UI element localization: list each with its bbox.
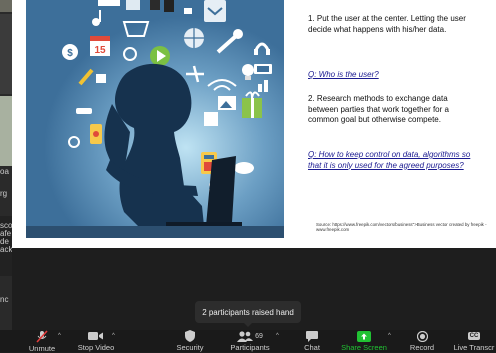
chat-button[interactable]: Chat	[298, 330, 326, 352]
video-tile[interactable]	[0, 96, 12, 166]
record-label: Record	[409, 343, 435, 352]
live-transcript-label: Live Transcr	[453, 343, 495, 352]
calendar-number: 15	[94, 45, 106, 56]
side-text: oa	[0, 167, 9, 176]
calendar-icon: 15	[90, 36, 110, 56]
video-options-caret-icon[interactable]: ^	[112, 333, 115, 339]
unmute-button[interactable]: Unmute	[22, 330, 62, 353]
point-1-text: 1. Put the user at the center. Letting t…	[308, 14, 466, 34]
participants-icon: 69	[233, 330, 267, 342]
globe-icon	[184, 28, 204, 48]
cloud-icon	[234, 162, 254, 174]
share-screen-icon	[355, 330, 373, 342]
svg-text:$: $	[67, 48, 73, 59]
closed-captions-icon: CC	[465, 330, 483, 342]
chat-label: Chat	[304, 343, 320, 352]
record-button[interactable]: Record	[404, 330, 440, 352]
side-text: rg	[0, 189, 8, 198]
image-icon	[218, 96, 236, 110]
point-2-text: 2. Research methods to exchange data bet…	[308, 94, 449, 124]
meeting-toolbar: Unmute ^ Stop Video ^ Security 69 Partic…	[0, 330, 496, 353]
video-camera-icon	[87, 330, 105, 342]
video-tile[interactable]	[0, 14, 12, 94]
side-text: sco afe de ack	[0, 221, 12, 254]
audio-options-caret-icon[interactable]: ^	[58, 333, 61, 339]
question-1-text: Q: Who is the user?	[308, 70, 379, 79]
chat-panel: sco afe de ack	[0, 216, 12, 276]
data-illustration: $ 15	[26, 0, 284, 238]
participants-count: 69	[255, 332, 263, 340]
chat-bubble-icon	[303, 330, 321, 342]
stop-video-label: Stop Video	[77, 343, 115, 352]
mobile-icon	[254, 64, 272, 74]
participants-label: Participants	[230, 343, 270, 352]
cc-badge: CC	[467, 332, 481, 340]
share-screen-button[interactable]: Share Screen	[338, 330, 390, 352]
bag-icon	[204, 112, 218, 126]
phone-card-icon	[90, 124, 102, 144]
muted-microphone-icon	[33, 330, 51, 343]
dollar-icon: $	[62, 44, 78, 60]
side-text: nc	[0, 295, 9, 304]
source-attribution: Source: https://www.freepik.com/vectors/…	[316, 222, 487, 233]
record-icon	[413, 330, 431, 342]
live-transcript-button[interactable]: CC Live Transcr	[452, 330, 496, 352]
play-button-icon	[150, 46, 170, 66]
question-2-text: Q: How to keep control on data, algorith…	[308, 150, 471, 170]
left-video-strip: oa rg sco afe de ack nc	[0, 0, 12, 330]
security-button[interactable]: Security	[170, 330, 210, 352]
participants-button[interactable]: 69 Participants	[226, 330, 274, 352]
car-icon	[76, 108, 92, 114]
share-screen-label: Share Screen	[341, 343, 387, 352]
video-tile[interactable]	[0, 0, 12, 12]
like-icon	[96, 74, 106, 83]
share-options-caret-icon[interactable]: ^	[388, 333, 391, 339]
raised-hand-tooltip: 2 participants raised hand	[195, 301, 301, 327]
shared-slide: $ 15 1. Put the user at the center. Lett…	[12, 0, 496, 248]
shield-icon	[181, 330, 199, 342]
security-label: Security	[176, 343, 204, 352]
participants-options-caret-icon[interactable]: ^	[276, 333, 279, 339]
